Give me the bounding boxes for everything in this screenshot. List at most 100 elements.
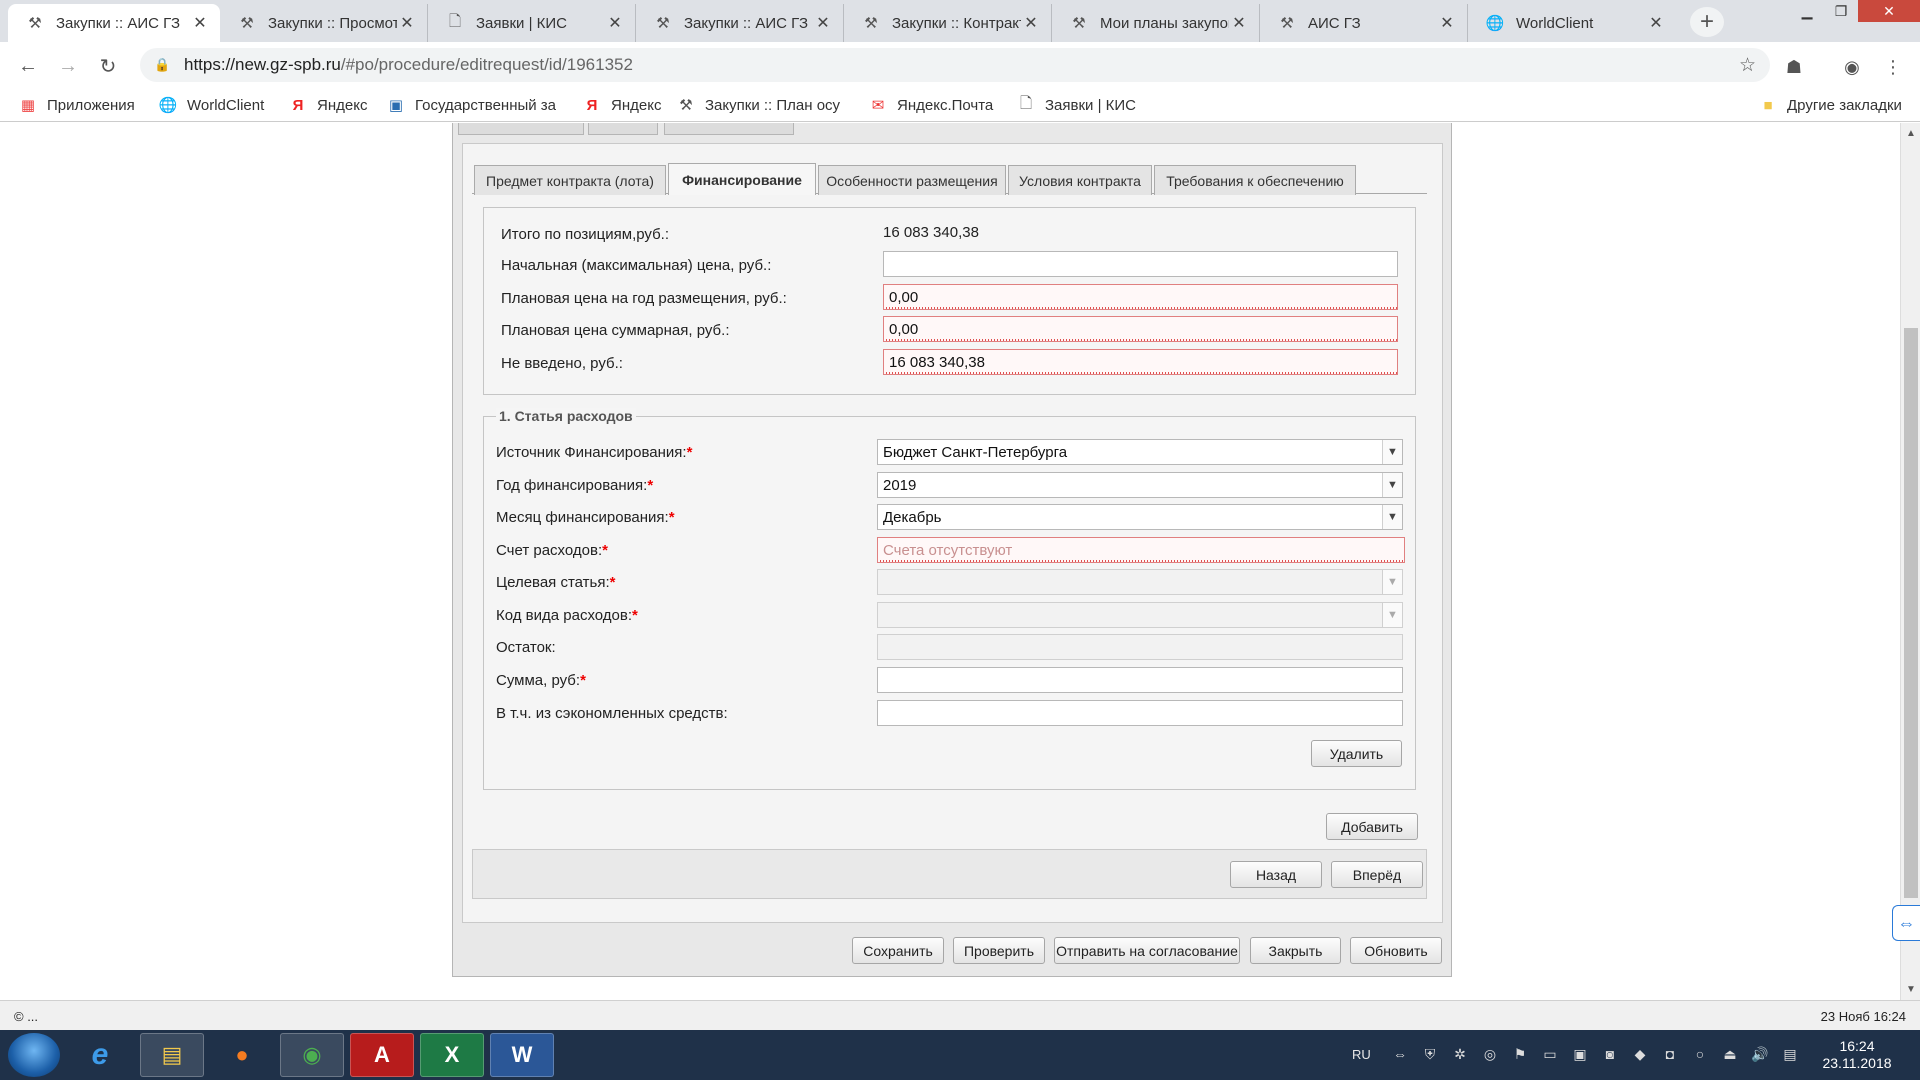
other-bookmarks[interactable]: ■ Другие закладки (1758, 94, 1901, 116)
network-icon[interactable]: ✲ (1451, 1045, 1469, 1063)
flag-icon[interactable]: ⚑ (1511, 1045, 1529, 1063)
extension-icon[interactable]: ☗ (1783, 56, 1805, 78)
browser-tab[interactable]: ⚒ Закупки :: АИС ГЗ ✕ (636, 4, 844, 42)
close-icon[interactable]: ✕ (813, 13, 833, 33)
browser-tab[interactable]: ⚒ Мои планы закупок ✕ (1052, 4, 1260, 42)
nmc-input[interactable] (883, 251, 1398, 277)
not-entered-input[interactable]: 16 083 340,38 (883, 349, 1398, 375)
browser-tab[interactable]: ⚒ Закупки :: Контракт ✕ (844, 4, 1052, 42)
close-icon[interactable]: ✕ (1437, 13, 1457, 33)
page-scrollbar[interactable]: ▲ ▼ (1900, 123, 1920, 1000)
language-indicator[interactable]: RU (1352, 1047, 1371, 1062)
month-select[interactable]: Декабрь ▼ (877, 504, 1403, 530)
account-input[interactable]: Счета отсутствуют (877, 537, 1405, 563)
tray-app-icon[interactable]: ◆ (1631, 1045, 1649, 1063)
bookmark-yandex-2[interactable]: Я Яндекс (582, 94, 662, 116)
kind-select[interactable]: ▼ (877, 602, 1403, 628)
chevron-down-icon[interactable]: ▼ (1382, 440, 1402, 464)
browser-tab[interactable]: ⚒ Закупки :: Просмотр ✕ (220, 4, 428, 42)
tab-contract-terms[interactable]: Условия контракта (1008, 165, 1152, 195)
url-input[interactable]: 🔒 https://new.gz-spb.ru/#po/procedure/ed… (140, 48, 1770, 82)
bookmark-plan[interactable]: ⚒ Закупки :: План осу (676, 94, 840, 116)
tab-contract-subject[interactable]: Предмет контракта (лота) (474, 165, 666, 195)
scrollbar-thumb[interactable] (1904, 328, 1918, 898)
excel-icon[interactable]: X (420, 1033, 484, 1077)
usb-icon[interactable]: ⏏ (1721, 1045, 1739, 1063)
acrobat-icon[interactable]: A (350, 1033, 414, 1077)
chevron-down-icon[interactable]: ▼ (1382, 473, 1402, 497)
shield-icon[interactable]: ⛨ (1421, 1045, 1439, 1063)
source-select[interactable]: Бюджет Санкт-Петербурга ▼ (877, 439, 1403, 465)
account-icon[interactable]: ◉ (1841, 56, 1863, 78)
printer-icon[interactable]: ▭ (1541, 1045, 1559, 1063)
close-icon[interactable]: ✕ (1229, 13, 1249, 33)
windows-start-icon[interactable] (8, 1033, 60, 1077)
bookmarks-bar: ▦ Приложения 🌐 WorldClient Я Яндекс ▣ Го… (0, 88, 1920, 122)
bookmark-apps[interactable]: ▦ Приложения (18, 94, 135, 116)
bookmark-goszakupki[interactable]: ▣ Государственный за (386, 94, 556, 116)
file-explorer-icon[interactable]: ▤ (140, 1033, 204, 1077)
display-icon[interactable]: ▣ (1571, 1045, 1589, 1063)
minimize-window-icon[interactable]: ▁ (1790, 0, 1824, 22)
close-window-icon[interactable]: ✕ (1858, 0, 1920, 22)
close-icon[interactable]: ✕ (190, 13, 210, 33)
browser-tab[interactable]: 🌐 WorldClient ✕ (1468, 4, 1676, 42)
chrome-icon[interactable]: ◉ (280, 1033, 344, 1077)
send-for-approval-button[interactable]: Отправить на согласование (1054, 937, 1240, 964)
tab-security-requirements[interactable]: Требования к обеспечению (1154, 165, 1356, 195)
browser-tab[interactable]: 🗋 Заявки | КИС ✕ (428, 4, 636, 42)
plan-sum-input[interactable]: 0,00 (883, 316, 1398, 342)
plan-year-input[interactable]: 0,00 (883, 284, 1398, 310)
teamviewer-icon[interactable]: ⇔ (1892, 905, 1920, 941)
bookmark-star-icon[interactable]: ☆ (1739, 54, 1756, 77)
close-button[interactable]: Закрыть (1250, 937, 1341, 964)
expense-item-legend: 1. Статья расходов (496, 408, 636, 424)
taskbar-clock[interactable]: 16:24 23.11.2018 (1812, 1038, 1902, 1072)
target-select[interactable]: ▼ (877, 569, 1403, 595)
word-icon[interactable]: W (490, 1033, 554, 1077)
add-button[interactable]: Добавить (1326, 813, 1418, 840)
firefox-icon[interactable]: ● (210, 1033, 274, 1077)
scroll-down-icon[interactable]: ▼ (1901, 981, 1920, 997)
action-center-icon[interactable]: ▤ (1781, 1045, 1799, 1063)
reload-icon[interactable]: ↻ (94, 52, 122, 80)
back-arrow-icon[interactable]: ← (14, 52, 42, 80)
forward-button[interactable]: Вперёд (1331, 861, 1423, 888)
save-button[interactable]: Сохранить (852, 937, 944, 964)
chat-icon[interactable]: ◙ (1601, 1045, 1619, 1063)
close-icon[interactable]: ✕ (1646, 13, 1666, 33)
back-button[interactable]: Назад (1230, 861, 1322, 888)
bookmark-yandex[interactable]: Я Яндекс (288, 94, 368, 116)
refresh-button[interactable]: Обновить (1350, 937, 1442, 964)
browser-tab[interactable]: ⚒ АИС ГЗ ✕ (1260, 4, 1468, 42)
browser-tab-active[interactable]: ⚒ Закупки :: АИС ГЗ ✕ (8, 4, 220, 42)
sum-input[interactable] (877, 667, 1403, 693)
maximize-window-icon[interactable]: ❐ (1824, 0, 1858, 22)
close-icon[interactable]: ✕ (397, 13, 417, 33)
tab-financing[interactable]: Финансирование (668, 163, 816, 195)
close-icon[interactable]: ✕ (1021, 13, 1041, 33)
chevron-down-icon[interactable]: ▼ (1382, 505, 1402, 529)
bookmark-yandex-mail[interactable]: ✉ Яндекс.Почта (868, 94, 994, 116)
scroll-up-icon[interactable]: ▲ (1901, 125, 1920, 141)
menu-kebab-icon[interactable]: ⋮ (1882, 56, 1904, 78)
delete-button[interactable]: Удалить (1311, 740, 1402, 767)
not-entered-label: Не введено, руб.: (501, 355, 623, 372)
bookmark-kis[interactable]: 🗋 Заявки | КИС (1016, 94, 1136, 116)
new-tab-button[interactable]: + (1690, 7, 1724, 37)
volume-icon[interactable]: 🔊 (1751, 1045, 1769, 1063)
teamviewer-tray-icon[interactable]: ⇔ (1391, 1045, 1409, 1063)
forward-arrow-icon[interactable]: → (54, 52, 82, 80)
check-button[interactable]: Проверить (953, 937, 1045, 964)
internet-explorer-icon[interactable]: e (68, 1033, 132, 1077)
opera-icon[interactable]: ○ (1691, 1045, 1709, 1063)
camera-icon[interactable]: ◘ (1661, 1045, 1679, 1063)
year-select[interactable]: 2019 ▼ (877, 472, 1403, 498)
wifi-icon[interactable]: ◎ (1481, 1045, 1499, 1063)
close-icon[interactable]: ✕ (605, 13, 625, 33)
bookmark-worldclient[interactable]: 🌐 WorldClient (158, 94, 265, 116)
saved-funds-input[interactable] (877, 700, 1403, 726)
tab-placement-features[interactable]: Особенности размещения (818, 165, 1006, 195)
form-tabs: Предмет контракта (лота) Финансирование … (472, 161, 1427, 195)
target-label: Целевая статья:* (496, 574, 616, 591)
